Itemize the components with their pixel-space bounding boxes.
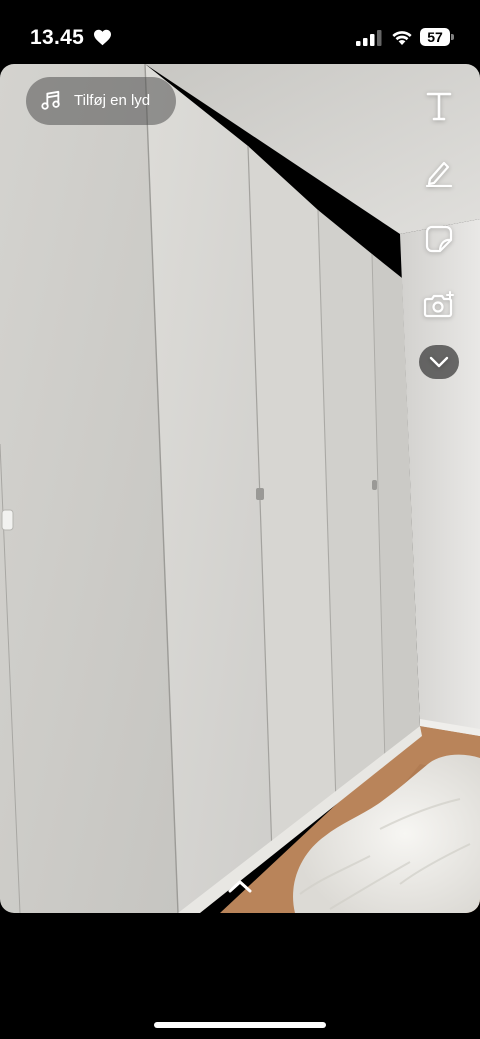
add-sound-label: Tilføj en lyd [74, 92, 151, 109]
snap-preview[interactable]: Tilføj en lyd [0, 64, 480, 913]
music-note-icon [41, 90, 60, 110]
pen-tool-button[interactable] [419, 152, 459, 192]
sticker-tool-button[interactable] [419, 219, 459, 259]
text-tool-icon [426, 92, 452, 121]
sticker-tool-icon [425, 225, 453, 253]
heart-icon [94, 29, 111, 46]
camera-tool-icon [423, 291, 454, 318]
pen-tool-icon [425, 161, 453, 187]
camera-tool-button[interactable] [419, 285, 459, 325]
status-bar: 13.45 57 [0, 0, 480, 64]
home-indicator[interactable] [154, 1022, 326, 1028]
wifi-icon [392, 31, 412, 45]
chevron-down-icon [429, 356, 449, 368]
battery-level: 57 [420, 28, 450, 46]
cellular-signal-icon [356, 30, 382, 46]
status-time: 13.45 [30, 26, 85, 49]
chevron-up-icon[interactable] [227, 878, 253, 894]
add-sound-button[interactable]: Tilføj en lyd [26, 77, 176, 125]
text-tool-button[interactable] [419, 86, 459, 126]
battery-icon: 57 [420, 28, 456, 46]
wardrobe-photo [0, 64, 480, 913]
more-tools-button[interactable] [419, 345, 459, 379]
